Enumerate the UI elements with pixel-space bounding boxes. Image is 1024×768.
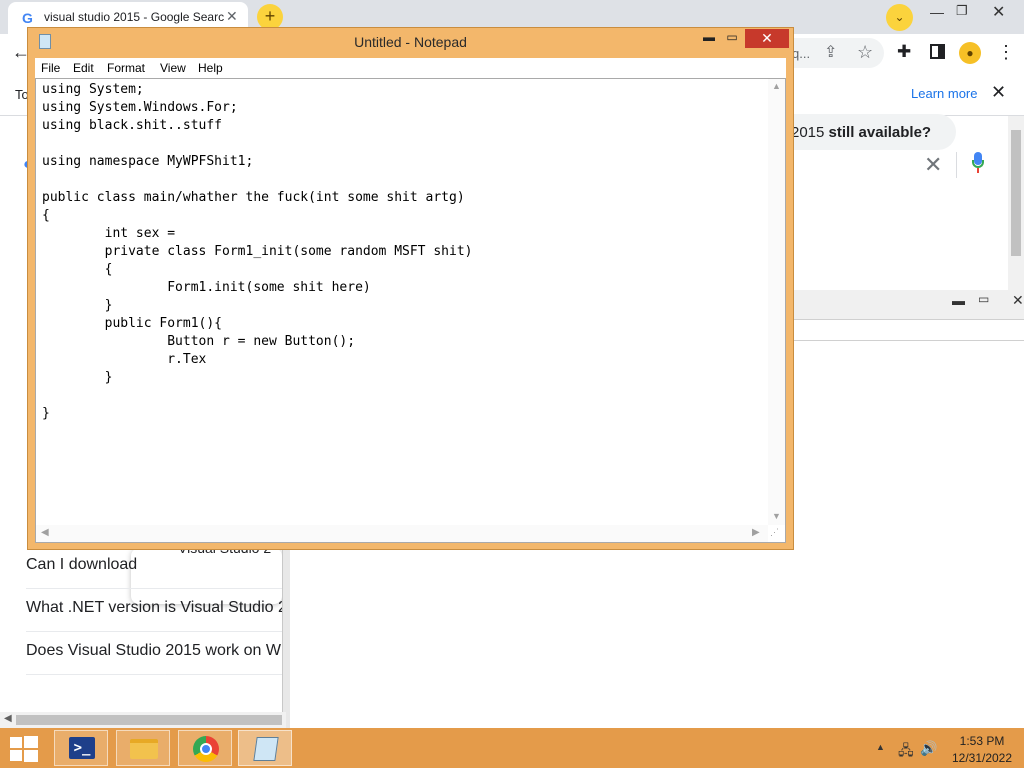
taskbar-file-explorer[interactable] bbox=[116, 730, 170, 766]
scroll-up-arrow-icon[interactable]: ▲ bbox=[772, 81, 781, 91]
clock-time[interactable]: 1:53 PM bbox=[950, 734, 1014, 748]
tab-search-chevron-icon[interactable]: ⌄ bbox=[886, 4, 913, 31]
scroll-right-arrow-icon[interactable]: ▶ bbox=[752, 527, 760, 538]
taskbar-powershell[interactable]: >_ bbox=[54, 730, 108, 766]
tab-close-icon[interactable]: ✕ bbox=[226, 8, 238, 25]
learn-more-link[interactable]: Learn more bbox=[911, 86, 977, 101]
notepad-window: Untitled - Notepad ▬ ▭ ✕ File Edit Forma… bbox=[27, 27, 794, 550]
volume-icon[interactable]: 🔊 bbox=[920, 740, 937, 757]
scroll-left-arrow-icon[interactable]: ◀ bbox=[4, 713, 12, 724]
info-bar-close-icon[interactable]: ✕ bbox=[991, 82, 1006, 103]
secondary-window-close-button[interactable]: ✕ bbox=[1012, 292, 1024, 309]
notepad-title: Untitled - Notepad bbox=[354, 34, 467, 50]
menu-edit[interactable]: Edit bbox=[73, 61, 94, 75]
search-divider bbox=[956, 152, 957, 178]
panel-splitter[interactable] bbox=[282, 548, 290, 728]
clock-date[interactable]: 12/31/2022 bbox=[950, 751, 1014, 765]
windows-logo-icon bbox=[10, 737, 22, 748]
notepad-maximize-button[interactable]: ▭ bbox=[720, 30, 744, 48]
related-question-text: 2015 still available? bbox=[791, 124, 932, 141]
bookmark-star-icon[interactable]: ☆ bbox=[857, 42, 873, 63]
resize-grip-icon[interactable]: ⋰ bbox=[770, 527, 779, 538]
notepad-close-button[interactable]: ✕ bbox=[745, 29, 789, 48]
notepad-icon bbox=[253, 737, 279, 761]
chrome-restore-button[interactable]: ❐ bbox=[956, 3, 968, 19]
share-icon[interactable]: ⇪ bbox=[824, 42, 837, 62]
folder-icon bbox=[130, 739, 158, 759]
chrome-minimize-button[interactable]: — bbox=[930, 4, 944, 20]
people-also-ask-item[interactable]: Does Visual Studio 2015 work on W bbox=[26, 632, 282, 675]
tab-title: visual studio 2015 - Google Search bbox=[44, 10, 224, 24]
network-icon[interactable]: 🖧 bbox=[898, 740, 914, 764]
menu-format[interactable]: Format bbox=[107, 61, 145, 75]
scroll-down-arrow-icon[interactable]: ▼ bbox=[772, 511, 781, 521]
people-also-ask-item[interactable]: Can I download bbox=[26, 546, 282, 589]
profile-avatar-icon[interactable]: ● bbox=[959, 42, 981, 64]
menu-help[interactable]: Help bbox=[198, 61, 223, 75]
people-also-ask-item[interactable]: What .NET version is Visual Studio 2 bbox=[26, 589, 282, 632]
start-button[interactable] bbox=[10, 736, 38, 762]
voice-search-mic-icon[interactable] bbox=[972, 152, 984, 173]
taskbar-chrome[interactable] bbox=[178, 730, 232, 766]
notepad-menubar: File Edit Format View Help bbox=[35, 58, 786, 78]
search-clear-icon[interactable]: ✕ bbox=[924, 152, 942, 178]
secondary-window-minimize-button[interactable]: ▬ bbox=[952, 293, 965, 308]
scroll-left-arrow-icon[interactable]: ◀ bbox=[41, 527, 49, 538]
tray-overflow-icon[interactable]: ▲ bbox=[876, 742, 885, 752]
secondary-window-maximize-button[interactable]: ▭ bbox=[978, 292, 989, 306]
taskbar: >_ ▲ 🖧 🔊 1:53 PM 12/31/2022 bbox=[0, 728, 1024, 768]
powershell-icon: >_ bbox=[69, 737, 95, 759]
secondary-window-divider bbox=[793, 340, 1024, 341]
side-panel-icon[interactable] bbox=[930, 44, 945, 59]
notepad-text-area[interactable]: using System; using System.Windows.For; … bbox=[35, 78, 786, 543]
page-vertical-scrollbar[interactable] bbox=[1008, 116, 1024, 292]
notepad-vertical-scrollbar[interactable]: ▲ ▼ bbox=[768, 79, 785, 525]
notepad-horizontal-scrollbar[interactable]: ◀ ▶ bbox=[36, 525, 768, 542]
address-bar-text: q... bbox=[792, 46, 811, 61]
menu-view[interactable]: View bbox=[160, 61, 186, 75]
chrome-icon bbox=[193, 736, 219, 762]
google-favicon-icon: G bbox=[22, 10, 33, 26]
extensions-puzzle-icon[interactable]: ✚ bbox=[897, 42, 911, 62]
page-horizontal-scrollbar[interactable]: ◀ bbox=[0, 712, 286, 728]
menu-file[interactable]: File bbox=[41, 61, 60, 75]
notepad-content[interactable]: using System; using System.Windows.For; … bbox=[42, 81, 472, 423]
taskbar-notepad[interactable] bbox=[238, 730, 292, 766]
chrome-close-button[interactable]: ✕ bbox=[992, 2, 1005, 22]
notepad-minimize-button[interactable]: ▬ bbox=[697, 30, 721, 48]
secondary-window-titlebar bbox=[793, 290, 1024, 320]
menu-kebab-icon[interactable]: ⋮ bbox=[997, 42, 1015, 63]
